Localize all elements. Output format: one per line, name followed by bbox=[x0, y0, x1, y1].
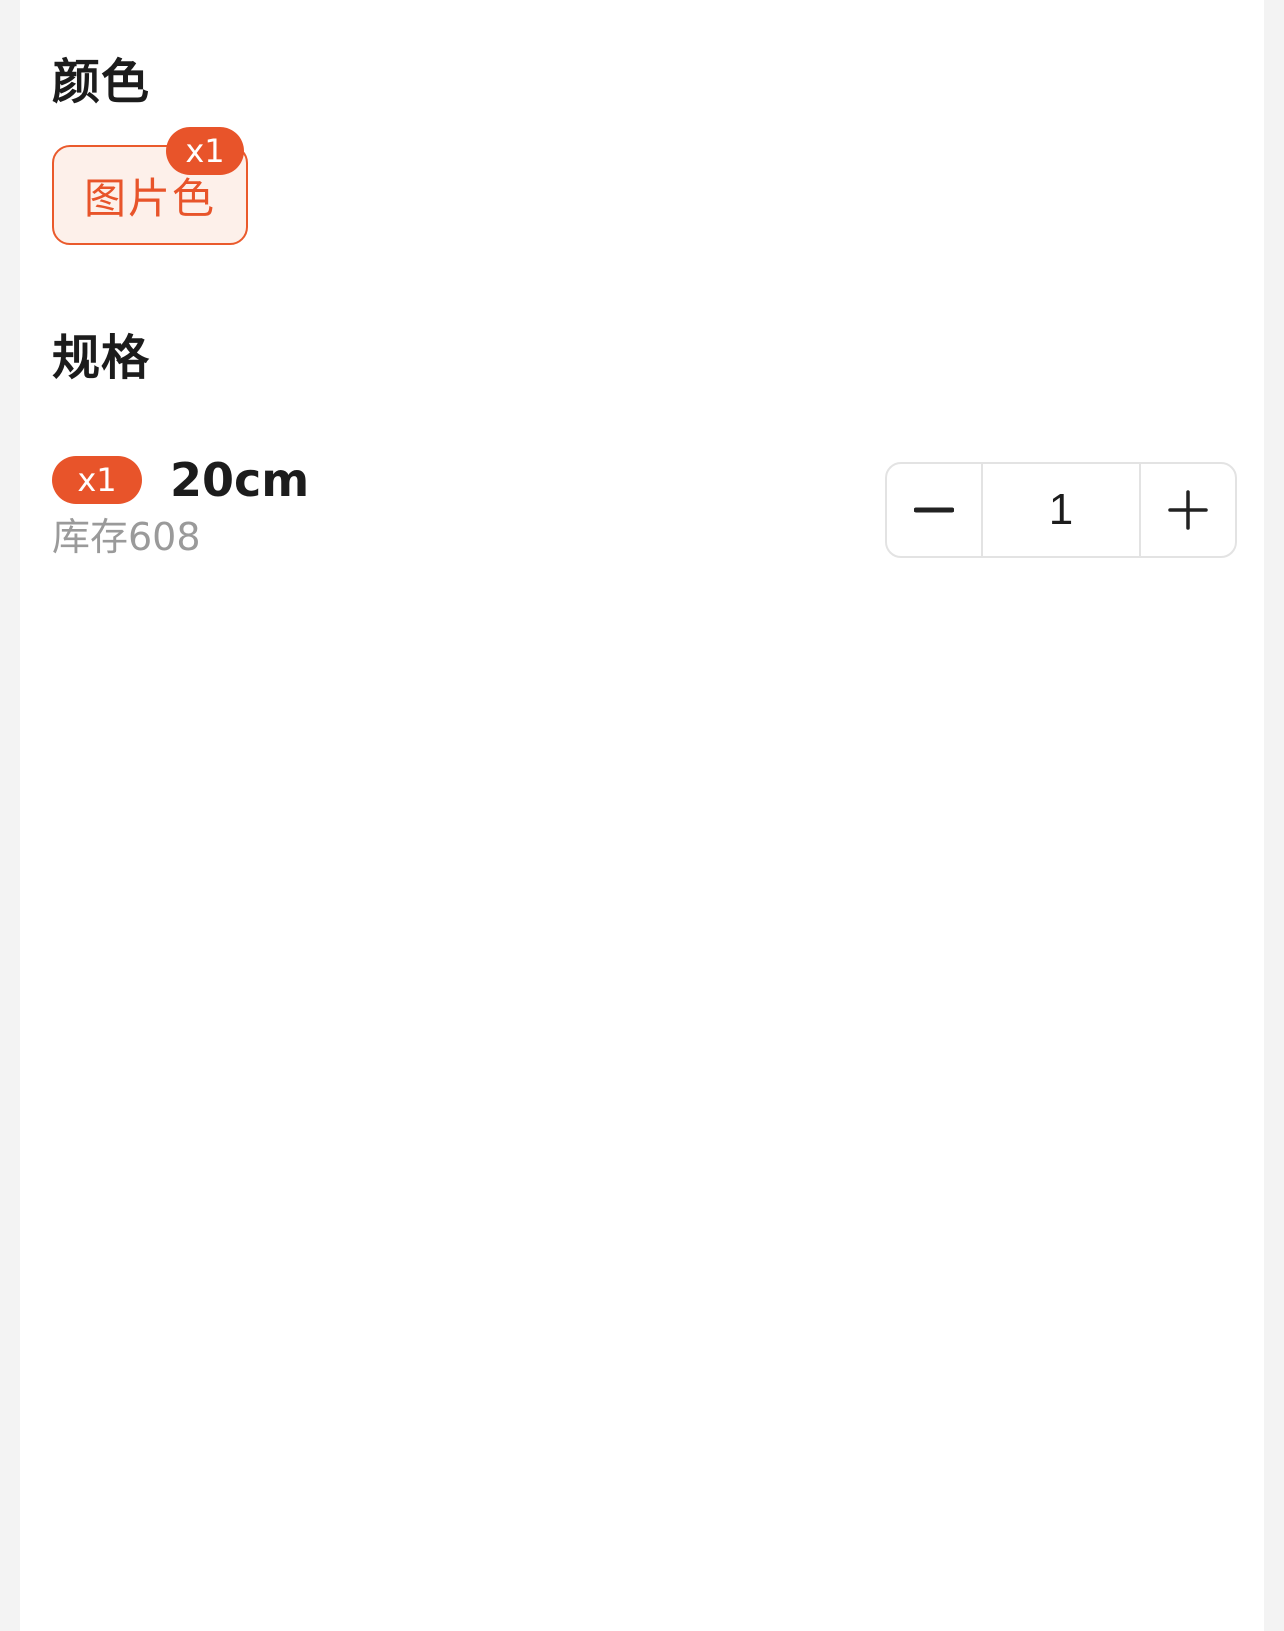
sku-selector-panel: 颜色 图片色 x1 规格 x1 20cm 库存608 1 bbox=[20, 0, 1264, 1631]
decrement-button[interactable] bbox=[887, 464, 981, 556]
spec-count-badge: x1 bbox=[52, 456, 142, 504]
spec-item-row: x1 20cm 库存608 1 bbox=[52, 450, 1252, 570]
quantity-value[interactable]: 1 bbox=[981, 464, 1141, 556]
increment-button[interactable] bbox=[1141, 464, 1235, 556]
spec-name: 20cm bbox=[170, 453, 310, 507]
plus-icon bbox=[1168, 490, 1208, 530]
spec-stock-label: 库存608 bbox=[52, 515, 201, 559]
spec-section-title: 规格 bbox=[52, 330, 151, 386]
color-section-title: 颜色 bbox=[52, 54, 151, 110]
minus-icon bbox=[914, 507, 954, 513]
quantity-stepper: 1 bbox=[885, 462, 1237, 558]
color-option-count-badge: x1 bbox=[166, 127, 244, 175]
